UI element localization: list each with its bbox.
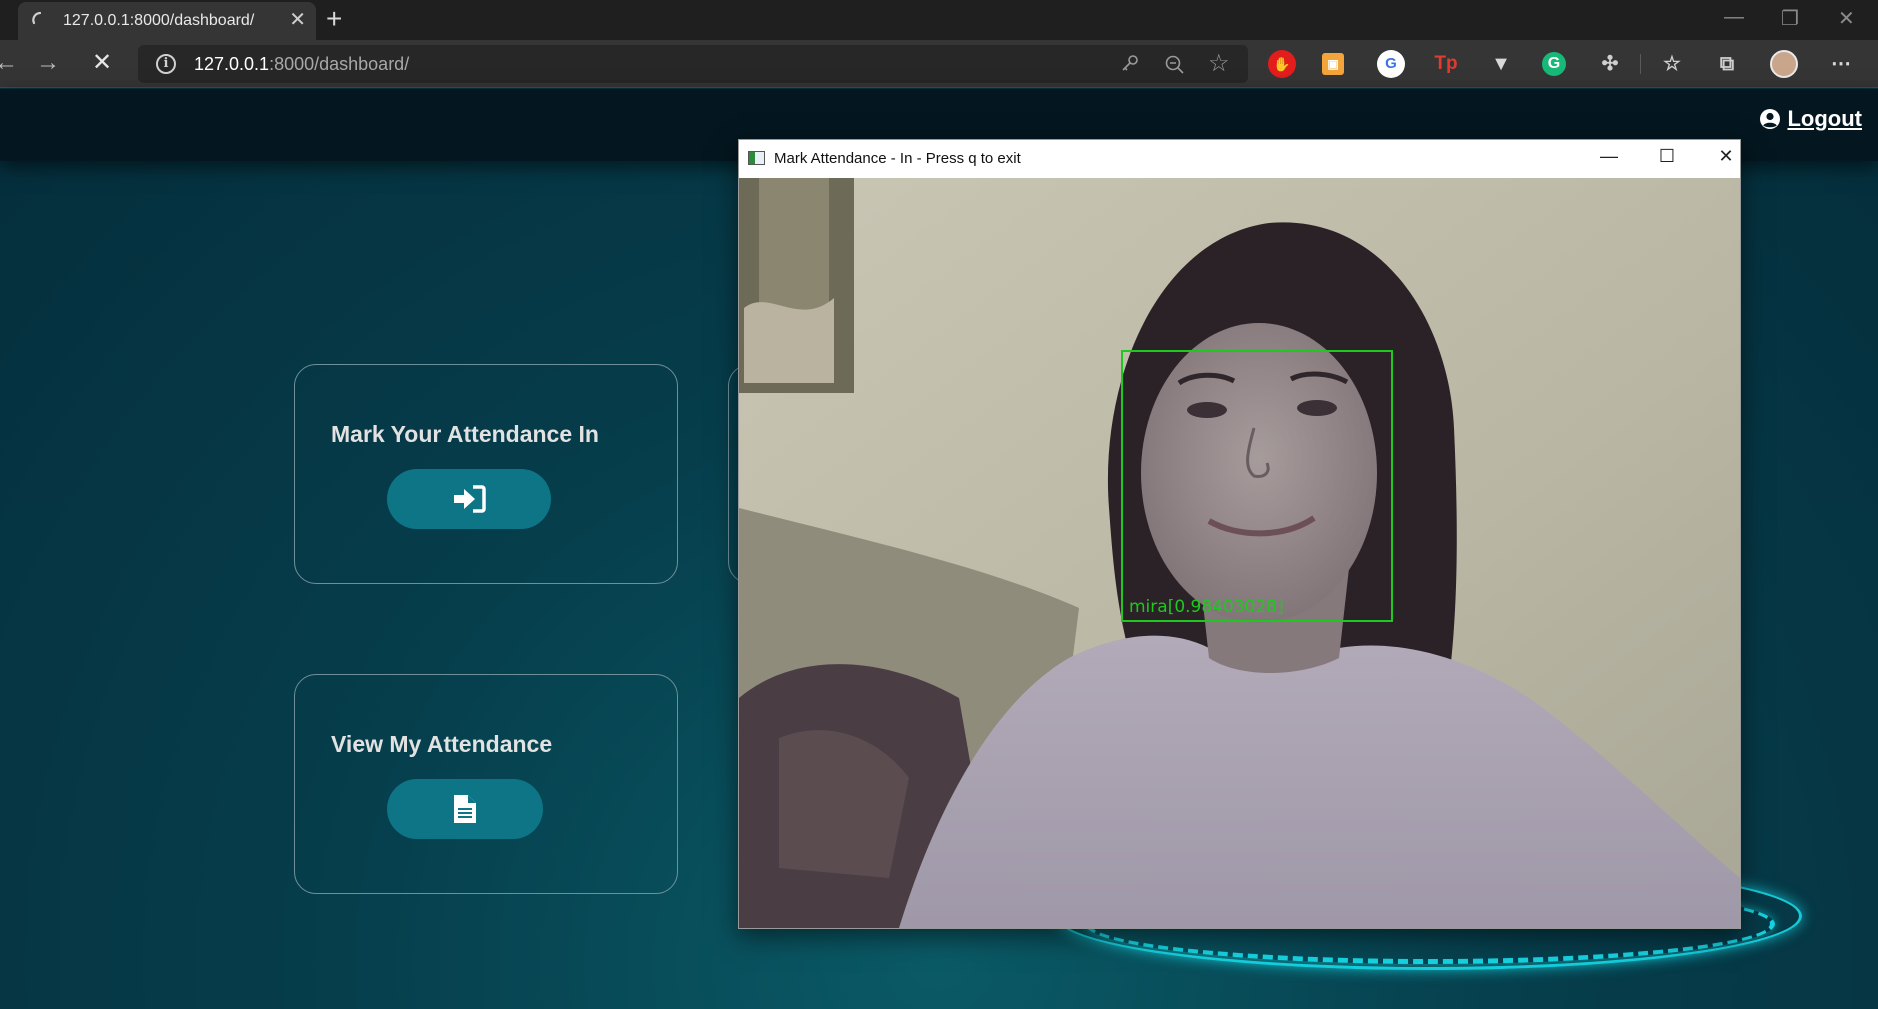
view-attendance-button[interactable] (387, 779, 543, 839)
zoom-out-icon[interactable] (1164, 54, 1186, 76)
tab-close-icon[interactable]: ✕ (289, 9, 306, 31)
back-icon[interactable]: ← (0, 50, 18, 76)
browser-tab-strip: 127.0.0.1:8000/dashboard/ ✕ + — ❐ ✕ (0, 0, 1878, 40)
user-circle-icon (1760, 109, 1781, 129)
camera-window-title: Mark Attendance - In - Press q to exit (774, 150, 1021, 167)
sign-in-icon (454, 485, 486, 513)
app-window-icon (748, 151, 765, 165)
restore-icon[interactable]: ❐ (1781, 6, 1799, 31)
mark-attendance-in-button[interactable] (387, 469, 551, 529)
tp-extension-icon[interactable]: Tp (1432, 50, 1460, 78)
toolbar-divider (1640, 54, 1641, 74)
document-icon (454, 795, 476, 823)
address-bar[interactable]: i 127.0.0.1:8000/dashboard/ ☆ (138, 45, 1248, 83)
v-extension-icon[interactable]: ▼ (1487, 50, 1515, 78)
view-attendance-card: View My Attendance (294, 674, 678, 894)
favorites-icon[interactable]: ☆ (1658, 50, 1686, 78)
forward-icon[interactable]: → (36, 50, 60, 76)
card-title: View My Attendance (331, 731, 553, 757)
camera-minimize-icon[interactable]: — (1594, 146, 1624, 167)
webcam-frame: mira[0.98403028] (739, 178, 1740, 928)
camera-close-icon[interactable]: ✕ (1711, 146, 1741, 167)
profile-avatar[interactable] (1770, 50, 1798, 78)
webcam-image (739, 178, 1740, 928)
camera-window-titlebar[interactable]: Mark Attendance - In - Press q to exit —… (739, 140, 1740, 178)
card-title: Mark Your Attendance In (331, 421, 599, 447)
extensions-puzzle-icon[interactable]: ✣ (1596, 50, 1624, 78)
new-tab-button[interactable]: + (326, 3, 342, 35)
site-info-icon[interactable]: i (156, 54, 176, 74)
adblock-extension-icon[interactable]: ✋ (1268, 50, 1296, 78)
mark-attendance-in-card: Mark Your Attendance In (294, 364, 678, 584)
logout-label: Logout (1787, 106, 1862, 131)
minimize-icon[interactable]: — (1724, 6, 1744, 29)
camera-window: Mark Attendance - In - Press q to exit —… (738, 139, 1741, 929)
key-icon[interactable] (1120, 54, 1140, 74)
tab-title: 127.0.0.1:8000/dashboard/ (63, 12, 255, 29)
url-text: 127.0.0.1:8000/dashboard/ (194, 54, 410, 74)
collections-icon[interactable]: ⧉ (1713, 50, 1741, 78)
close-window-icon[interactable]: ✕ (1838, 6, 1855, 31)
translate-extension-icon[interactable]: G (1377, 50, 1405, 78)
grammarly-extension-icon[interactable]: G (1542, 52, 1566, 76)
camera-maximize-icon[interactable]: ☐ (1652, 146, 1682, 167)
stop-loading-icon[interactable]: ✕ (92, 50, 112, 76)
browser-toolbar: ← → ✕ i 127.0.0.1:8000/dashboard/ ☆ ✋ ▣ … (0, 40, 1878, 88)
add-favorite-icon[interactable]: ☆ (1208, 49, 1230, 78)
screenshot-extension-icon[interactable]: ▣ (1322, 53, 1344, 75)
logout-link[interactable]: Logout (1759, 106, 1862, 132)
loading-spinner-icon (32, 11, 42, 25)
detection-label: mira[0.98403028] (1129, 597, 1284, 617)
browser-tab[interactable]: 127.0.0.1:8000/dashboard/ ✕ (18, 2, 316, 40)
settings-more-icon[interactable]: ⋯ (1827, 50, 1855, 78)
